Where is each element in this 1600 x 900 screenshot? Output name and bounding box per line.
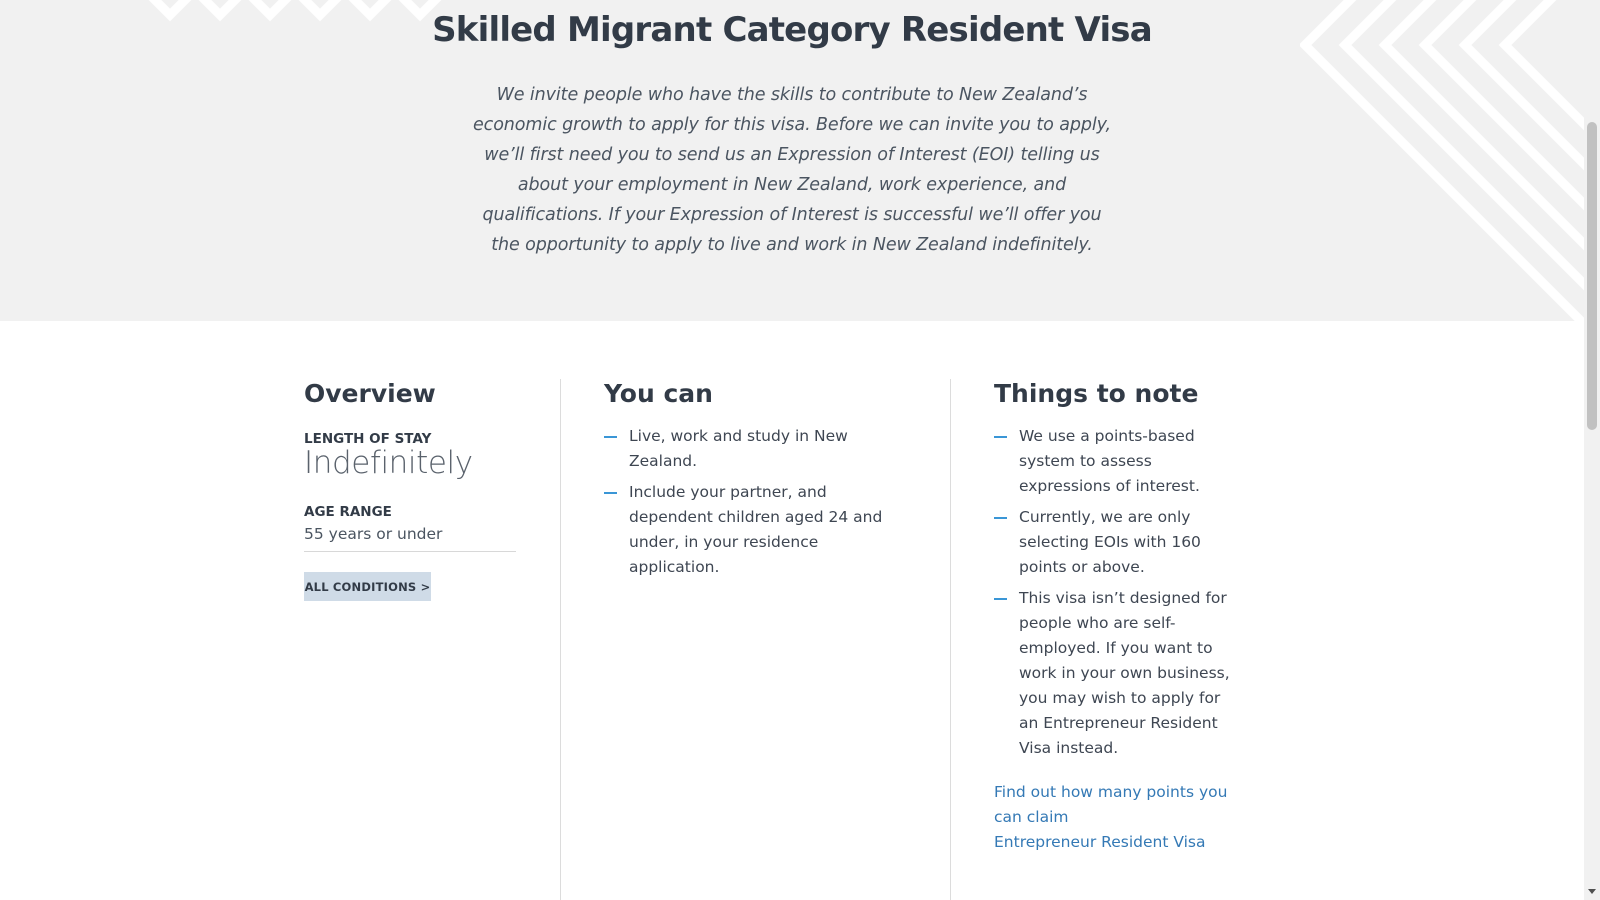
dash-icon bbox=[994, 598, 1007, 600]
chevron-down-icon[interactable] bbox=[1588, 887, 1596, 895]
all-conditions-button[interactable]: ALL CONDITIONS > bbox=[304, 572, 431, 601]
points-calculator-link[interactable]: Find out how many points you can claim bbox=[994, 780, 1234, 830]
visa-summary: Overview LENGTH OF STAY Indefinitely AGE… bbox=[0, 321, 1584, 900]
dash-icon bbox=[604, 436, 617, 438]
column-divider bbox=[560, 379, 561, 900]
you-can-list: Live, work and study in New Zealand. Inc… bbox=[604, 424, 904, 586]
hero-banner: Skilled Migrant Category Resident Visa W… bbox=[0, 0, 1584, 321]
list-item-text: Include your partner, and dependent chil… bbox=[629, 483, 883, 576]
things-to-note-heading: Things to note bbox=[994, 379, 1199, 408]
list-item: Currently, we are only selecting EOIs wi… bbox=[994, 505, 1244, 580]
overview-heading: Overview bbox=[304, 379, 436, 408]
related-links: Find out how many points you can claim E… bbox=[994, 780, 1234, 855]
list-item: Include your partner, and dependent chil… bbox=[604, 480, 904, 580]
list-item: Live, work and study in New Zealand. bbox=[604, 424, 904, 474]
age-range-value: 55 years or under bbox=[304, 525, 516, 552]
hero-description: We invite people who have the skills to … bbox=[473, 85, 1111, 255]
age-range-label: AGE RANGE bbox=[304, 504, 392, 520]
list-item: We use a points-based system to assess e… bbox=[994, 424, 1244, 499]
list-item-text: Live, work and study in New Zealand. bbox=[629, 427, 848, 470]
list-item-text: We use a points-based system to assess e… bbox=[1019, 427, 1200, 495]
list-item-text: This visa isn’t designed for people who … bbox=[1019, 589, 1230, 757]
list-item: This visa isn’t designed for people who … bbox=[994, 586, 1244, 761]
dash-icon bbox=[604, 492, 617, 494]
things-to-note-list: We use a points-based system to assess e… bbox=[994, 424, 1244, 767]
column-divider bbox=[950, 379, 951, 900]
page-title: Skilled Migrant Category Resident Visa bbox=[432, 10, 1153, 50]
list-item-text: Currently, we are only selecting EOIs wi… bbox=[1019, 508, 1201, 576]
scrollbar-thumb[interactable] bbox=[1587, 122, 1597, 430]
you-can-heading: You can bbox=[604, 379, 713, 408]
page: Skilled Migrant Category Resident Visa W… bbox=[0, 0, 1584, 900]
dash-icon bbox=[994, 517, 1007, 519]
scrollbar[interactable] bbox=[1584, 0, 1600, 900]
entrepreneur-visa-link[interactable]: Entrepreneur Resident Visa bbox=[994, 830, 1234, 855]
dash-icon bbox=[994, 436, 1007, 438]
length-of-stay-value: Indefinitely bbox=[304, 445, 473, 481]
